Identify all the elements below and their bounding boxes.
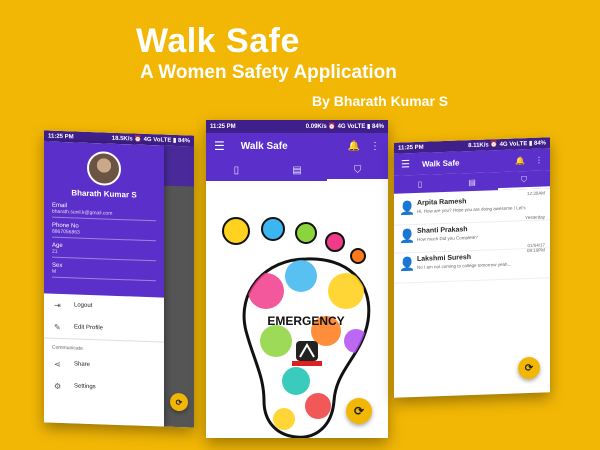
chat-time: 12:30AM <box>526 190 545 197</box>
alarm-icon[interactable]: 🔔 <box>348 141 360 152</box>
profile-name: Bharath Kumar S <box>71 188 137 200</box>
chat-list: 👤 Arpita Ramesh Hi, How are you? Hope yo… <box>394 188 550 284</box>
person-icon: 👤 <box>399 255 416 272</box>
background-screen: ⟳ <box>164 145 194 428</box>
status-time: 11:25 PM <box>398 144 424 152</box>
menu-label-share: Share <box>74 361 91 368</box>
chat-name: Shanti Prakash <box>417 226 468 235</box>
tab-safety[interactable]: ⛉ <box>498 170 550 190</box>
menu-icon[interactable]: ☰ <box>401 159 410 170</box>
status-bar: 11:25 PM 0.09K/s ⏰ 4G VoLTE ▮ 84% <box>206 120 388 133</box>
menu-label-edit-profile: Edit Profile <box>74 324 104 332</box>
phone-right-chats: 11:25 PM 8.11K/s ⏰ 4G VoLTE ▮ 84% ☰ Walk… <box>394 137 550 398</box>
more-vert-icon[interactable]: ⋮ <box>370 141 380 152</box>
toe-icons <box>222 217 366 264</box>
chat-message: How much Did you Complete? <box>417 234 478 242</box>
pencil-icon: ✎ <box>54 322 61 332</box>
status-time: 11:25 PM <box>48 133 74 140</box>
gear-icon: ⚙ <box>54 381 62 391</box>
tab-contacts[interactable]: ▤ <box>267 159 328 181</box>
refresh-fab[interactable]: ⟳ <box>518 356 540 380</box>
phone-center-home: 11:25 PM 0.09K/s ⏰ 4G VoLTE ▮ 84% ☰ Walk… <box>206 120 388 438</box>
tab-bar: ▯ ▤ ⛉ <box>206 159 388 181</box>
refresh-fab[interactable]: ⟳ <box>346 398 372 424</box>
siren-icon <box>292 341 322 366</box>
phone-icon: ▯ <box>233 164 240 176</box>
tab-safety[interactable]: ⛉ <box>327 159 388 181</box>
share-icon: ⋖ <box>54 359 61 369</box>
avatar[interactable] <box>87 150 121 187</box>
status-info: 0.09K/s ⏰ 4G VoLTE ▮ 84% <box>305 124 384 130</box>
phone-icon: ▯ <box>417 179 423 189</box>
chat-message: No I am not coming to college tomorrow y… <box>417 261 512 270</box>
status-info: 18.5K/s ⏰ 4G VoLTE ▮ 84% <box>111 135 190 145</box>
person-icon: 👤 <box>399 199 416 216</box>
app-bar: ☰ Walk Safe 🔔 ⋮ <box>206 133 388 159</box>
app-title: Walk Safe <box>421 157 460 169</box>
person-icon: 👤 <box>399 227 416 244</box>
refresh-icon: ⟳ <box>524 362 534 374</box>
phone-left-drawer: 11:25 PM 18.5K/s ⏰ 4G VoLTE ▮ 84% ⟳ Bhar… <box>44 130 194 428</box>
list-item[interactable]: 👤 Lakshmi Suresh No I am not coming to c… <box>394 242 550 284</box>
shield-icon: ⛉ <box>353 164 362 176</box>
refresh-fab[interactable]: ⟳ <box>170 392 188 412</box>
chat-message: Hi, How are you? Hope you are doing awes… <box>417 205 526 214</box>
alarm-icon[interactable]: 🔔 <box>515 156 525 165</box>
status-info: 8.11K/s ⏰ 4G VoLTE ▮ 84% <box>468 140 546 150</box>
contacts-icon: ▤ <box>292 164 302 176</box>
logout-icon: ⇥ <box>54 300 61 310</box>
shield-icon: ⛉ <box>521 175 527 185</box>
tab-contacts[interactable]: ▤ <box>446 172 498 192</box>
refresh-icon: ⟳ <box>353 404 365 418</box>
more-vert-icon[interactable]: ⋮ <box>535 155 543 164</box>
status-time: 11:25 PM <box>210 123 236 130</box>
tab-phone[interactable]: ▯ <box>206 159 267 181</box>
menu-label-logout: Logout <box>74 302 93 310</box>
drawer-header: Bharath Kumar S Email bharath.sunil.k@gm… <box>44 141 164 298</box>
emergency-label: EMERGENCY <box>267 314 344 328</box>
chat-time: 01/04/17 09:10PM <box>526 242 545 254</box>
hero-title: Walk Safe <box>136 22 300 60</box>
chat-time: Yesterday <box>525 214 545 221</box>
tab-phone[interactable]: ▯ <box>394 174 446 194</box>
hero-author: By Bharath Kumar S <box>312 93 449 109</box>
contacts-icon: ▤ <box>468 177 476 187</box>
navigation-drawer: Bharath Kumar S Email bharath.sunil.k@gm… <box>44 141 164 427</box>
menu-icon[interactable]: ☰ <box>214 139 225 153</box>
hero-subtitle: A Women Safety Application <box>140 62 397 83</box>
refresh-icon: ⟳ <box>175 397 183 407</box>
menu-item-settings[interactable]: ⚙ Settings <box>44 374 164 400</box>
menu-label-settings: Settings <box>74 383 96 391</box>
background-appbar <box>164 145 194 187</box>
app-title: Walk Safe <box>240 140 288 152</box>
